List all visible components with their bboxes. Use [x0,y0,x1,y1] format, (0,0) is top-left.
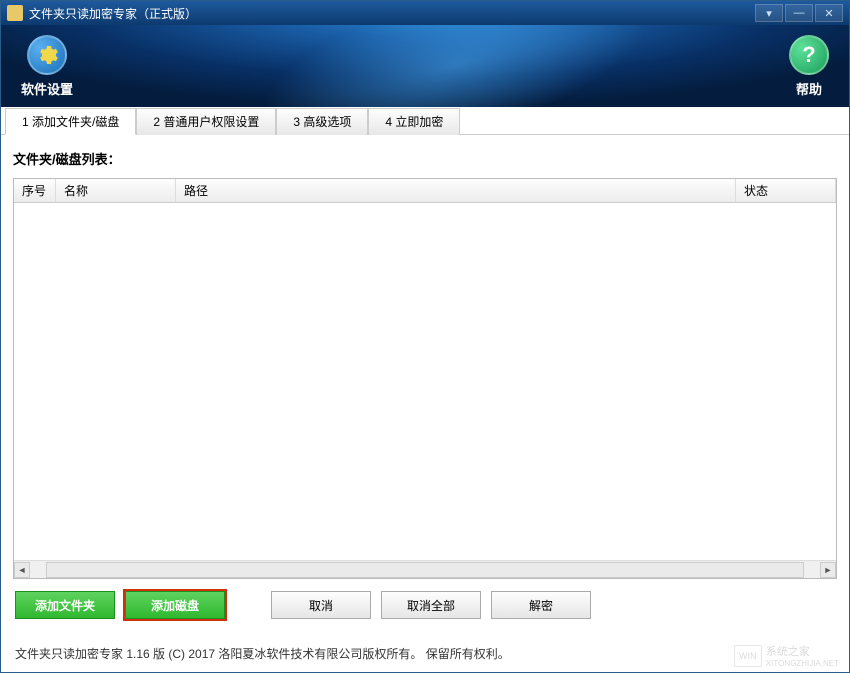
settings-label: 软件设置 [21,79,73,98]
tab-panel: 文件夹/磁盘列表： 序号 名称 路径 状态 ◄ ► 添加文件夹 添加磁盘 [1,135,849,637]
help-button[interactable]: ? 帮助 [789,35,829,98]
add-disk-button[interactable]: 添加磁盘 [125,591,225,619]
watermark-line1: 系统之家 [766,643,839,659]
decrypt-button[interactable]: 解密 [491,591,591,619]
list-label: 文件夹/磁盘列表： [13,149,837,168]
titlebar[interactable]: 文件夹只读加密专家（正式版） ▾ — ✕ [1,1,849,25]
watermark-line2: XITONGZHIJIA.NET [766,659,839,668]
column-status[interactable]: 状态 [736,179,836,202]
table-body [14,203,836,560]
minimize-button[interactable]: — [785,4,813,22]
tab-advanced-options[interactable]: 3 高级选项 [276,108,368,135]
horizontal-scrollbar[interactable]: ◄ ► [14,560,836,578]
window-controls: ▾ — ✕ [755,4,843,22]
watermark: WIN 系统之家 XITONGZHIJIA.NET [734,643,839,668]
scroll-right-icon[interactable]: ► [820,562,836,578]
cancel-all-button[interactable]: 取消全部 [381,591,481,619]
dropdown-button[interactable]: ▾ [755,4,783,22]
tab-add-folder-disk[interactable]: 1 添加文件夹/磁盘 [5,108,136,135]
action-buttons: 添加文件夹 添加磁盘 取消 取消全部 解密 [13,579,837,627]
tab-bar: 1 添加文件夹/磁盘 2 普通用户权限设置 3 高级选项 4 立即加密 [1,107,849,135]
watermark-icon: WIN [734,645,762,667]
content-area: 1 添加文件夹/磁盘 2 普通用户权限设置 3 高级选项 4 立即加密 文件夹/… [1,107,849,672]
tab-user-permissions[interactable]: 2 普通用户权限设置 [136,108,276,135]
scroll-left-icon[interactable]: ◄ [14,562,30,578]
scroll-track[interactable] [46,562,804,578]
folder-disk-table: 序号 名称 路径 状态 ◄ ► [13,178,837,579]
add-folder-button[interactable]: 添加文件夹 [15,591,115,619]
cancel-button[interactable]: 取消 [271,591,371,619]
toolbar-header: 软件设置 ? 帮助 [1,25,849,107]
help-icon: ? [789,35,829,75]
tab-encrypt-now[interactable]: 4 立即加密 [368,108,460,135]
settings-button[interactable]: 软件设置 [21,35,73,98]
window-title: 文件夹只读加密专家（正式版） [29,5,755,22]
column-name[interactable]: 名称 [56,179,176,202]
app-icon [7,5,23,21]
app-window: 文件夹只读加密专家（正式版） ▾ — ✕ 软件设置 ? 帮助 1 添加文件夹/磁… [0,0,850,673]
column-seq[interactable]: 序号 [14,179,56,202]
close-button[interactable]: ✕ [815,4,843,22]
table-header: 序号 名称 路径 状态 [14,179,836,203]
footer: 文件夹只读加密专家 1.16 版 (C) 2017 洛阳夏冰软件技术有限公司版权… [1,637,849,672]
column-path[interactable]: 路径 [176,179,736,202]
help-label: 帮助 [796,79,822,98]
copyright-text: 文件夹只读加密专家 1.16 版 (C) 2017 洛阳夏冰软件技术有限公司版权… [15,647,510,661]
gear-icon [27,35,67,75]
